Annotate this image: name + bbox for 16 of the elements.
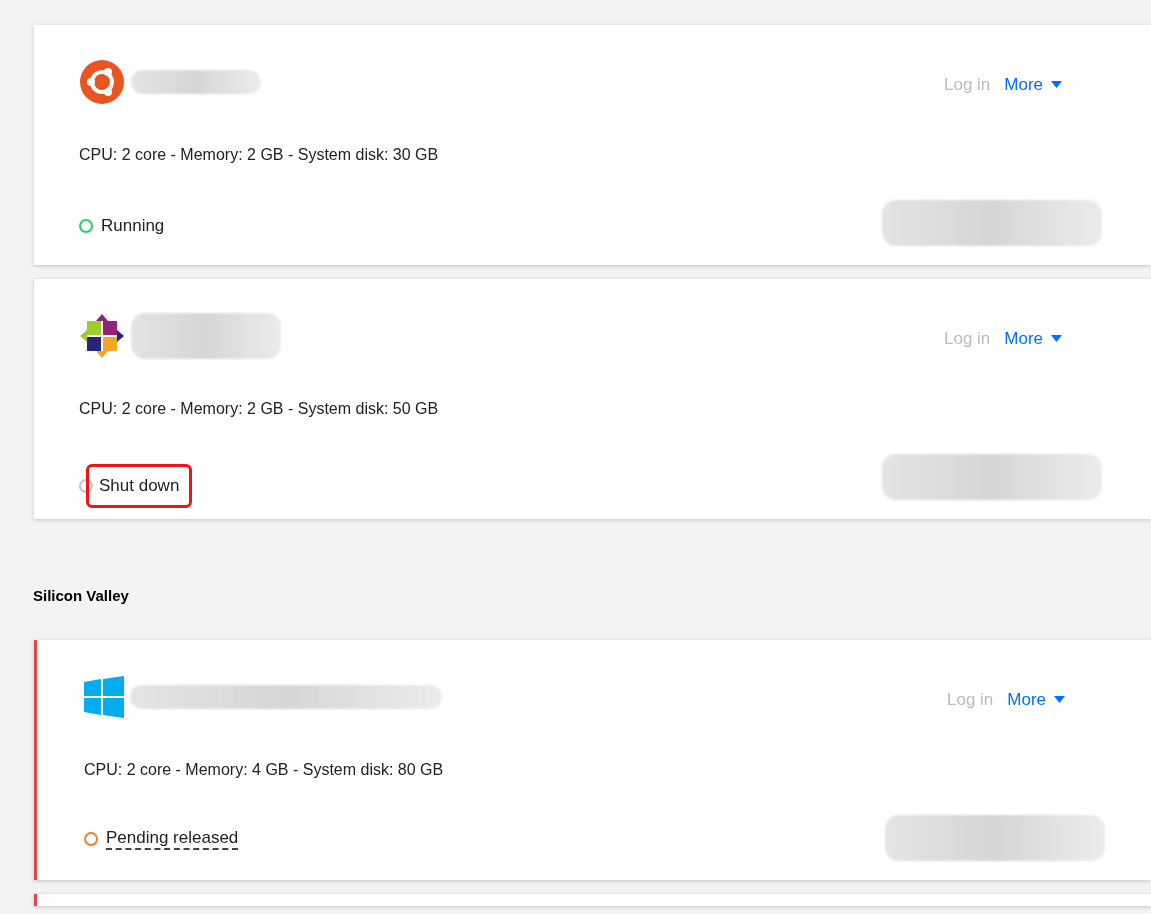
caret-icon: [1051, 81, 1063, 89]
ring-logo-icon: [79, 59, 125, 105]
status-label: Shut down: [89, 467, 190, 505]
more-menu[interactable]: More: [1007, 686, 1066, 712]
region-heading: Silicon Valley: [33, 586, 130, 606]
windows-logo-icon: [84, 675, 124, 718]
status-label: Running: [101, 215, 165, 237]
status-label: Pending released: [106, 827, 239, 850]
more-menu[interactable]: More: [1004, 72, 1063, 98]
more-menu[interactable]: More: [1004, 326, 1063, 352]
pinwheel-logo-icon: [79, 313, 125, 359]
specs-text: CPU: 2 core - Memory: 2 GB - System disk: 50 GB: [79, 399, 440, 419]
specs-text: CPU: 2 core - Memory: 4 GB - System disk: 80 GB: [84, 759, 445, 780]
specs-text: CPU: 2 core - Memory: 2 GB - System disk: 30 GB: [79, 145, 440, 165]
caret-icon: [1054, 695, 1066, 703]
caret-icon: [1051, 335, 1063, 343]
